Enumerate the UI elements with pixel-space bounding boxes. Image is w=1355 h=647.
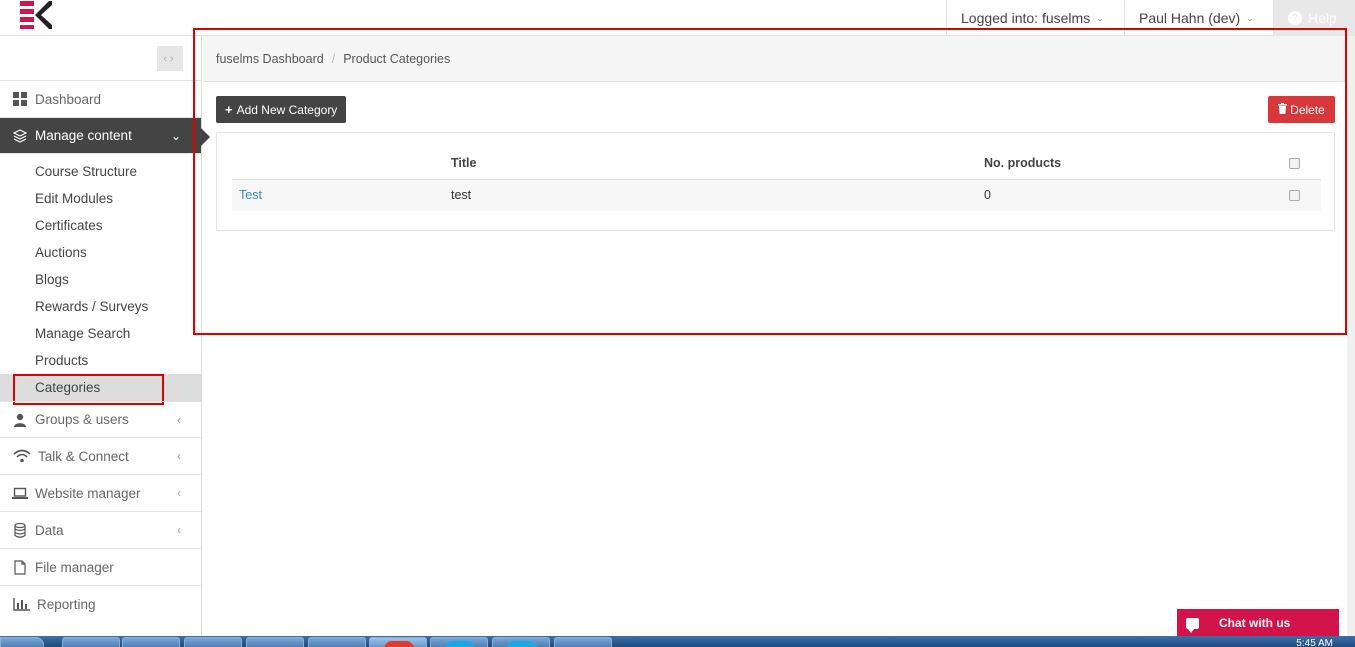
breadcrumb-separator: / <box>331 51 336 66</box>
table-cell-count: 0 <box>984 179 1289 211</box>
layers-icon <box>12 128 28 144</box>
submenu-item-rewards-surveys[interactable]: Rewards / Surveys <box>0 293 201 320</box>
submenu-item-certificates[interactable]: Certificates <box>0 212 201 239</box>
sidebar-item-talk-connect[interactable]: Talk & Connect ‹ <box>0 438 201 475</box>
submenu-item-categories[interactable]: Categories <box>0 374 201 405</box>
taskbar-app-button[interactable] <box>246 637 304 647</box>
collapse-sidebar-icon[interactable]: ‹› <box>157 46 183 71</box>
taskbar-app-button[interactable] <box>492 637 550 647</box>
chevron-down-icon: ⌄ <box>1096 12 1104 23</box>
bar-chart-icon <box>12 597 30 613</box>
taskbar-start-button[interactable] <box>0 637 44 647</box>
sidebar-item-label: Groups & users <box>35 412 129 427</box>
taskbar-app-button[interactable] <box>430 637 488 647</box>
submenu-item-products[interactable]: Products <box>0 347 201 374</box>
add-new-category-button[interactable]: + Add New Category <box>216 96 347 123</box>
chrome-icon <box>384 641 414 647</box>
database-icon <box>12 522 28 538</box>
chat-widget-button[interactable]: Chat with us <box>1177 609 1339 637</box>
sidebar: ‹› Dashboard Manage content ⌄ Course Str… <box>0 36 210 636</box>
skype-icon <box>445 641 475 647</box>
sidebar-item-groups-users[interactable]: Groups & users ‹ <box>0 401 201 438</box>
help-label: Help <box>1308 10 1337 26</box>
chevron-down-icon: ⌄ <box>1246 12 1254 23</box>
logged-into-label: Logged into: fuselms <box>961 10 1091 26</box>
submenu-item-course-structure[interactable]: Course Structure <box>0 158 201 185</box>
user-name-label: Paul Hahn (dev) <box>1139 10 1241 26</box>
taskbar-app-button[interactable] <box>122 637 180 647</box>
taskbar-clock: 5:45 AM <box>1296 638 1333 647</box>
user-menu-dropdown[interactable]: Paul Hahn (dev) ⌄ <box>1124 0 1273 36</box>
question-circle-icon: ? <box>1288 11 1302 25</box>
delete-button[interactable]: Delete <box>1268 96 1335 123</box>
sidebar-item-label: Talk & Connect <box>38 448 129 464</box>
chevron-left-icon: ‹ <box>177 486 181 500</box>
taskbar-app-button[interactable] <box>184 637 242 647</box>
sidebar-item-dashboard[interactable]: Dashboard <box>0 81 201 118</box>
column-header-title: Title <box>451 147 984 180</box>
submenu-item-edit-modules[interactable]: Edit Modules <box>0 185 201 212</box>
logo-icon[interactable] <box>20 1 52 29</box>
submenu-item-blogs[interactable]: Blogs <box>0 266 201 293</box>
manage-content-submenu: Course Structure Edit Modules Certificat… <box>0 154 201 405</box>
column-header-no-products: No. products <box>984 147 1289 180</box>
column-header-select-all <box>1289 147 1321 180</box>
sidebar-item-reporting[interactable]: Reporting <box>0 586 201 623</box>
sidebar-item-manage-content[interactable]: Manage content ⌄ <box>0 118 210 154</box>
table-cell-title: test <box>451 179 984 211</box>
chevron-left-icon: ‹ <box>177 412 181 427</box>
chevron-left-icon: ‹ <box>177 523 181 537</box>
skype-icon <box>507 641 537 647</box>
trash-icon <box>1278 102 1288 117</box>
breadcrumb-current: Product Categories <box>343 51 451 66</box>
help-button[interactable]: ? Help <box>1273 0 1355 36</box>
sidebar-collapse-row: ‹› <box>0 36 201 81</box>
chevron-left-icon: ‹ <box>177 449 181 463</box>
scrollbar[interactable] <box>1347 36 1355 636</box>
logged-into-dropdown[interactable]: Logged into: fuselms ⌄ <box>946 0 1124 36</box>
select-all-checkbox[interactable] <box>1289 157 1300 169</box>
chat-label: Chat with us <box>1219 616 1291 630</box>
sidebar-item-label: Dashboard <box>35 91 102 107</box>
top-bar: Logged into: fuselms ⌄ Paul Hahn (dev) ⌄… <box>0 0 1355 36</box>
file-icon <box>12 559 28 575</box>
delete-label: Delete <box>1290 102 1325 117</box>
active-pointer <box>201 128 210 146</box>
table-header-row: Title No. products <box>232 147 1321 180</box>
table-row: Test test 0 <box>232 179 1321 211</box>
os-taskbar: 5:45 AM <box>0 636 1355 647</box>
taskbar-app-button[interactable] <box>62 637 120 647</box>
sidebar-item-label: Website manager <box>35 485 141 501</box>
breadcrumb: fuselms Dashboard / Product Categories <box>203 36 1345 82</box>
wifi-icon <box>12 448 31 464</box>
taskbar-app-button[interactable] <box>369 637 427 647</box>
laptop-icon <box>12 485 28 501</box>
taskbar-app-button[interactable] <box>554 637 612 647</box>
table-cell-select <box>1289 179 1321 211</box>
submenu-item-auctions[interactable]: Auctions <box>0 239 201 266</box>
user-icon <box>12 412 28 428</box>
sidebar-item-label: File manager <box>35 559 114 575</box>
chat-bubble-icon <box>1186 617 1199 633</box>
categories-panel: Title No. products Test test 0 <box>216 132 1335 231</box>
categories-table: Title No. products Test test 0 <box>232 147 1321 211</box>
sidebar-item-website-manager[interactable]: Website manager ‹ <box>0 475 201 512</box>
chevron-down-icon: ⌄ <box>170 128 181 143</box>
grid-icon <box>12 91 28 107</box>
sidebar-item-label: Data <box>35 522 64 538</box>
sidebar-item-label: Manage content <box>35 128 132 143</box>
sidebar-item-data[interactable]: Data ‹ <box>0 512 201 549</box>
breadcrumb-root-link[interactable]: fuselms Dashboard <box>216 52 324 66</box>
submenu-item-manage-search[interactable]: Manage Search <box>0 320 201 347</box>
plus-icon: + <box>225 102 233 117</box>
taskbar-app-button[interactable] <box>308 637 366 647</box>
table-cell-name: Test <box>232 179 451 211</box>
row-select-checkbox[interactable] <box>1289 190 1300 202</box>
sidebar-item-file-manager[interactable]: File manager <box>0 549 201 586</box>
sidebar-item-label: Reporting <box>37 597 96 612</box>
add-new-category-label: Add New Category <box>236 102 338 117</box>
category-link[interactable]: Test <box>239 188 262 202</box>
column-header-name <box>232 147 451 180</box>
